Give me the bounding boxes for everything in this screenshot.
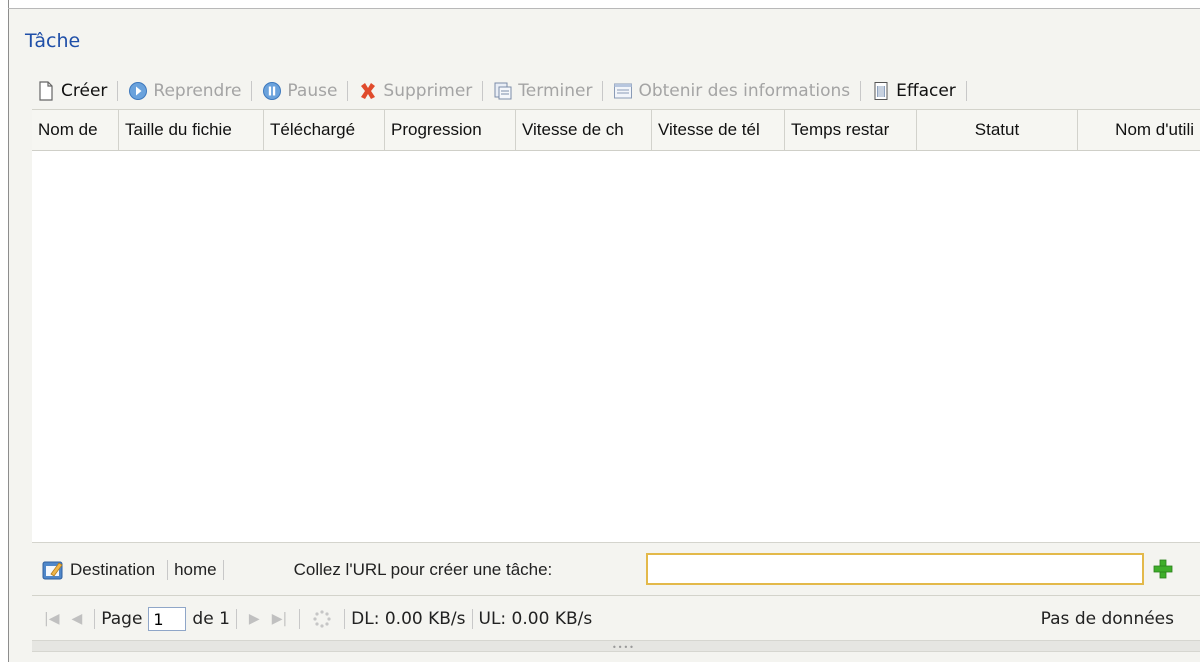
resume-label: Reprendre [153, 81, 242, 101]
toolbar: Créer Reprendre Pause Supprimer Terminer… [32, 73, 1200, 110]
resume-icon [129, 82, 148, 100]
finish-label: Terminer [518, 81, 593, 101]
add-icon[interactable] [1152, 558, 1174, 580]
delete-button[interactable]: Supprimer [354, 75, 476, 107]
info-label: Obtenir des informations [638, 81, 851, 101]
grid-body [32, 151, 1200, 543]
next-page-icon[interactable]: ▶ [243, 611, 266, 627]
pager-separator [471, 609, 473, 629]
destination-value[interactable]: home [174, 560, 217, 580]
new-file-icon [39, 81, 53, 101]
destination-label[interactable]: Destination [70, 560, 155, 580]
pager-separator [235, 609, 237, 629]
page-number-input[interactable] [148, 607, 187, 631]
column-header-progress[interactable]: Progression [385, 110, 516, 150]
pause-label: Pause [287, 81, 338, 101]
refresh-icon[interactable] [312, 609, 332, 629]
column-header-upload-speed[interactable]: Vitesse de tél [652, 110, 785, 150]
column-header-username[interactable]: Nom d'utili [1078, 110, 1200, 150]
toolbar-separator [602, 81, 604, 101]
toolbar-separator [860, 81, 862, 101]
delete-label: Supprimer [383, 81, 473, 101]
clear-icon [874, 82, 888, 100]
pause-icon [263, 82, 282, 100]
page-label: Page [101, 609, 143, 629]
pause-button[interactable]: Pause [258, 75, 341, 107]
grip-icon: •••• [612, 643, 635, 652]
clear-button[interactable]: Effacer [867, 75, 960, 107]
resize-handle[interactable]: •••• [32, 640, 1200, 652]
first-page-icon[interactable]: |◀ [32, 611, 65, 627]
no-data-text: Pas de données [1040, 609, 1174, 629]
clear-label: Effacer [896, 81, 956, 101]
create-label: Créer [61, 81, 108, 101]
delete-icon [361, 83, 376, 99]
pager: |◀ ◀ Page de 1 ▶ ▶| DL: 0.00 KB/s UL: 0.… [32, 598, 1200, 640]
prev-page-icon[interactable]: ◀ [65, 611, 88, 627]
url-input[interactable] [646, 553, 1144, 585]
create-button[interactable]: Créer [32, 75, 111, 107]
toolbar-separator [117, 81, 119, 101]
resume-button[interactable]: Reprendre [124, 75, 245, 107]
column-header-file-size[interactable]: Taille du fichie [119, 110, 264, 150]
upload-speed-text: UL: 0.00 KB/s [478, 609, 593, 629]
page-of-label: de 1 [192, 609, 230, 629]
column-header-download-speed[interactable]: Vitesse de ch [516, 110, 652, 150]
destination-separator [167, 560, 169, 580]
last-page-icon[interactable]: ▶| [266, 611, 293, 627]
toolbar-separator [965, 81, 967, 101]
panel-title: Tâche [25, 30, 81, 52]
toolbar-separator [482, 81, 484, 101]
pager-separator [344, 609, 346, 629]
pager-separator [94, 609, 96, 629]
finish-icon [494, 82, 512, 100]
finish-button[interactable]: Terminer [489, 75, 596, 107]
url-prompt-label: Collez l'URL pour créer une tâche: [293, 560, 553, 579]
column-header-name[interactable]: Nom de [32, 110, 119, 150]
pager-separator [299, 609, 301, 629]
destination-icon[interactable] [42, 559, 64, 581]
info-button[interactable]: Obtenir des informations [609, 75, 854, 107]
column-header-downloaded[interactable]: Téléchargé [264, 110, 385, 150]
toolbar-separator [251, 81, 253, 101]
column-header-time-remaining[interactable]: Temps restar [785, 110, 917, 150]
download-speed-text: DL: 0.00 KB/s [351, 609, 466, 629]
info-icon [614, 83, 633, 99]
grid-header: Nom de Taille du fichie Téléchargé Progr… [32, 110, 1200, 151]
column-header-status[interactable]: Statut [917, 110, 1078, 150]
toolbar-separator [347, 81, 349, 101]
destination-separator [222, 560, 224, 580]
